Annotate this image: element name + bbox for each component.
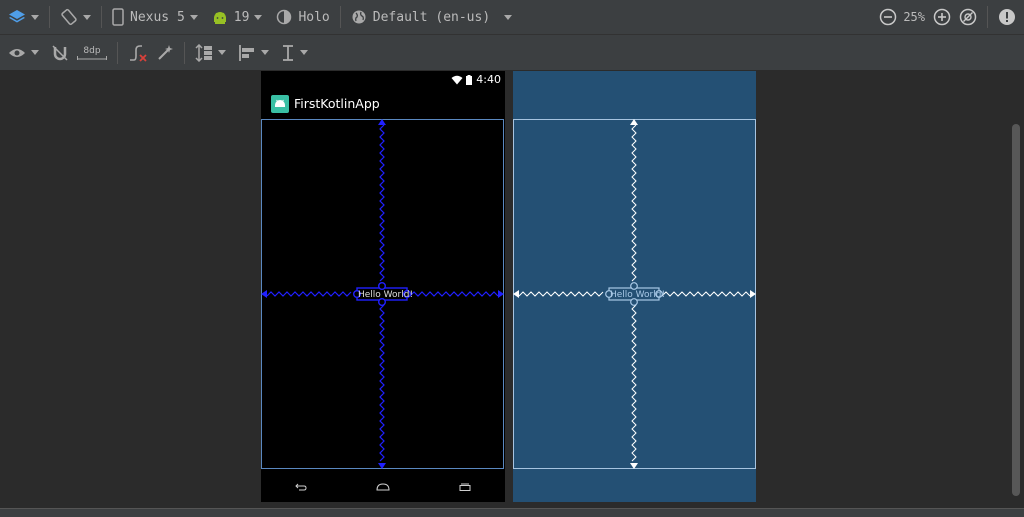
globe-icon	[351, 9, 367, 25]
pack-icon	[195, 43, 213, 62]
anchor-top[interactable]	[630, 282, 638, 290]
infer-constraints-button[interactable]	[156, 44, 174, 62]
toolbar-divider	[49, 6, 50, 28]
warning-icon	[998, 8, 1016, 26]
left-constraint	[518, 291, 604, 297]
orientation-button[interactable]	[60, 8, 91, 26]
device-preview: 4:40 FirstKotlinApp Hello World!	[261, 71, 505, 502]
pack-button[interactable]	[195, 43, 226, 62]
arrow-down-icon	[630, 463, 638, 469]
arrow-right-icon	[750, 290, 756, 298]
chevron-down-icon	[189, 14, 198, 20]
default-margin-button[interactable]: 8dp	[77, 46, 107, 60]
theme-selector[interactable]: Holo	[276, 9, 330, 25]
right-constraint	[661, 291, 751, 297]
zoom-in-icon	[933, 8, 951, 26]
locale-label: Default (en-us)	[372, 9, 491, 25]
back-icon[interactable]	[295, 476, 307, 495]
blueprint-preview: Hello World!	[513, 71, 756, 502]
battery-icon	[466, 70, 473, 89]
status-time: 4:40	[476, 73, 501, 86]
align-button[interactable]	[238, 44, 269, 62]
chevron-down-icon	[300, 50, 308, 55]
theme-label: Holo	[298, 9, 330, 25]
margin-label: 8dp	[83, 45, 101, 56]
margin-ruler-icon	[77, 55, 107, 60]
app-title: FirstKotlinApp	[294, 96, 380, 111]
app-icon	[271, 94, 289, 113]
eye-icon	[8, 46, 26, 60]
chevron-down-icon	[31, 14, 39, 20]
app-bar: FirstKotlinApp	[261, 88, 505, 119]
toolbar-divider	[117, 41, 118, 64]
view-options-button[interactable]	[8, 46, 39, 60]
phone-icon	[112, 8, 124, 26]
magic-wand-icon	[156, 44, 174, 62]
magnet-off-icon	[51, 44, 69, 62]
toolbar-divider	[987, 6, 988, 28]
bottom-constraint	[379, 304, 385, 462]
chevron-down-icon	[254, 14, 263, 20]
top-constraint	[379, 124, 385, 282]
layout-toolbar: 8dp	[0, 35, 1024, 71]
api-level-selector[interactable]: 19	[212, 10, 263, 25]
top-constraint	[631, 124, 637, 282]
chevron-down-icon	[504, 14, 513, 20]
chevron-down-icon	[261, 50, 269, 55]
hello-textview[interactable]: Hello World!	[358, 290, 413, 300]
left-constraint	[266, 291, 352, 297]
locale-selector[interactable]: Default (en-us)	[351, 9, 513, 25]
arrow-left-icon	[261, 290, 267, 298]
guideline-icon	[281, 44, 295, 62]
chevron-down-icon	[83, 14, 91, 20]
device-selector[interactable]: Nexus 5	[112, 8, 198, 26]
recents-icon[interactable]	[459, 476, 471, 495]
right-constraint	[409, 291, 499, 297]
toolbar-divider	[101, 6, 102, 28]
home-icon[interactable]	[376, 476, 390, 495]
toolbar-divider	[184, 41, 185, 64]
android-icon	[212, 10, 228, 24]
warnings-button[interactable]	[998, 8, 1016, 26]
api-level-label: 19	[233, 9, 250, 25]
zoom-level-label: 25%	[903, 10, 925, 24]
clear-constraints-button[interactable]	[128, 44, 148, 62]
wifi-icon	[451, 70, 463, 89]
zoom-out-icon	[879, 8, 897, 26]
design-canvas[interactable]	[0, 70, 1024, 508]
arrow-right-icon	[498, 290, 504, 298]
clear-constraints-icon	[128, 44, 148, 62]
zoom-in-button[interactable]	[933, 8, 951, 26]
layers-icon	[8, 8, 26, 26]
navigation-bar	[261, 469, 505, 502]
anchor-top[interactable]	[377, 281, 386, 290]
guidelines-button[interactable]	[281, 44, 308, 62]
rotate-device-icon	[60, 8, 78, 26]
blueprint-hello-textview[interactable]: Hello World!	[610, 290, 665, 300]
align-left-icon	[238, 44, 256, 62]
toolbar-divider	[339, 6, 341, 28]
autoconnect-toggle[interactable]	[51, 44, 69, 62]
theme-icon	[276, 9, 292, 25]
zoom-to-fit-button[interactable]	[959, 8, 977, 26]
arrow-up-icon	[630, 119, 638, 125]
status-bar: 4:40	[261, 71, 505, 88]
main-toolbar: Nexus 5 19 Holo Default (en-us) 25%	[0, 0, 1024, 35]
chevron-down-icon	[218, 50, 226, 55]
constraint-layout[interactable]: Hello World!	[261, 119, 504, 469]
zoom-out-button[interactable]	[879, 8, 897, 26]
vertical-scrollbar[interactable]	[1012, 124, 1020, 496]
device-label: Nexus 5	[130, 9, 185, 25]
arrow-up-icon	[378, 119, 386, 125]
zoom-fit-icon	[959, 8, 977, 26]
bottom-constraint	[631, 304, 637, 462]
chevron-down-icon	[31, 50, 39, 55]
arrow-left-icon	[513, 290, 519, 298]
design-surface-button[interactable]	[8, 8, 39, 26]
blueprint-constraint-layout[interactable]: Hello World!	[513, 119, 756, 469]
